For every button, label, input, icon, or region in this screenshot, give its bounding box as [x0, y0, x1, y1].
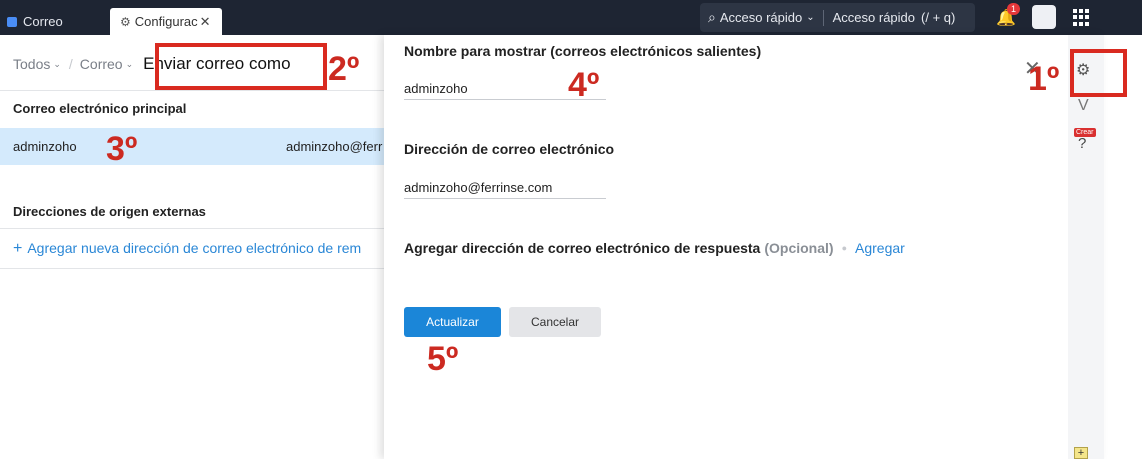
divider [0, 228, 384, 229]
breadcrumb-all[interactable]: Todos [13, 56, 50, 72]
cancel-button[interactable]: Cancelar [509, 307, 601, 337]
divider [822, 9, 824, 26]
add-external-address-link[interactable]: + Agregar nueva dirección de correo elect… [13, 240, 384, 258]
notification-badge: 1 [1007, 3, 1021, 15]
edit-sender-panel: Nombre para mostrar (correos electrónico… [384, 35, 1104, 459]
close-icon[interactable]: ✕ [200, 14, 211, 30]
search-icon: ⌕ [708, 9, 716, 25]
annotation-box-settings-gear [1070, 49, 1127, 97]
add-note-icon[interactable]: + [1074, 447, 1088, 459]
reply-to-optional: (Opcional) [764, 240, 834, 256]
quick-access-label: Acceso rápido [832, 10, 916, 25]
divider [0, 268, 384, 269]
primary-email-row[interactable]: adminzoho adminzoho@ferr [0, 128, 384, 165]
tab-mail[interactable]: Correo [0, 8, 106, 35]
chevron-down-icon: ⌄ [53, 58, 61, 69]
external-addresses-title: Direcciones de origen externas [13, 204, 206, 219]
right-rail: ⚙ V Crear ? + [1068, 35, 1104, 459]
dot-separator: ● [841, 243, 848, 253]
shortcut-hint: (/ + q) [921, 10, 956, 25]
primary-email: adminzoho@ferr [286, 139, 383, 154]
display-name-label: Nombre para mostrar (correos electrónico… [404, 43, 762, 59]
annotation-box-page-title [155, 43, 327, 90]
avatar[interactable] [1032, 5, 1056, 29]
mail-app-icon [7, 16, 17, 27]
reply-to-add-link[interactable]: Agregar [855, 240, 905, 256]
annotation-step-4: 4º [568, 66, 600, 104]
annotation-step-5: 5º [427, 340, 459, 378]
tab-settings-label: Configurac [134, 14, 198, 29]
reply-to-row: Agregar dirección de correo electrónico … [404, 240, 905, 256]
top-bar: Correo ⚙ Configurac ✕ ⌕ Acceso rápido ⌄ … [0, 0, 1142, 35]
breadcrumb-separator: / [68, 56, 73, 72]
annotation-step-1: 1º [1028, 60, 1060, 98]
primary-email-title: Correo electrónico principal [13, 101, 187, 116]
email-address-field[interactable] [404, 177, 606, 199]
email-address-label: Dirección de correo electrónico [404, 141, 615, 157]
quick-access-search[interactable]: ⌕ Acceso rápido ⌄ Acceso rápido (/ + q) [700, 3, 975, 32]
annotation-step-2: 2º [328, 50, 360, 88]
breadcrumb-mail[interactable]: Correo [80, 56, 123, 72]
annotation-step-3: 3º [106, 130, 138, 168]
tab-settings[interactable]: ⚙ Configurac ✕ [110, 8, 222, 35]
v-app-icon[interactable]: V [1078, 97, 1089, 115]
chevron-down-icon: ⌄ [125, 58, 134, 69]
help-icon[interactable]: ? [1078, 135, 1086, 152]
search-placeholder: Acceso rápido [719, 10, 803, 25]
apps-grid-icon[interactable] [1073, 9, 1090, 26]
chevron-down-icon: ⌄ [806, 12, 815, 23]
divider [0, 90, 384, 91]
gear-icon: ⚙ [120, 14, 131, 29]
update-button[interactable]: Actualizar [404, 307, 501, 337]
reply-to-label: Agregar dirección de correo electrónico … [404, 240, 761, 256]
plus-icon: + [13, 240, 23, 257]
tab-mail-label: Correo [23, 14, 63, 29]
notifications-button[interactable]: 🔔 1 [996, 3, 1021, 28]
add-link-label: Agregar nueva dirección de correo electr… [27, 240, 362, 256]
primary-name: adminzoho [13, 139, 77, 154]
